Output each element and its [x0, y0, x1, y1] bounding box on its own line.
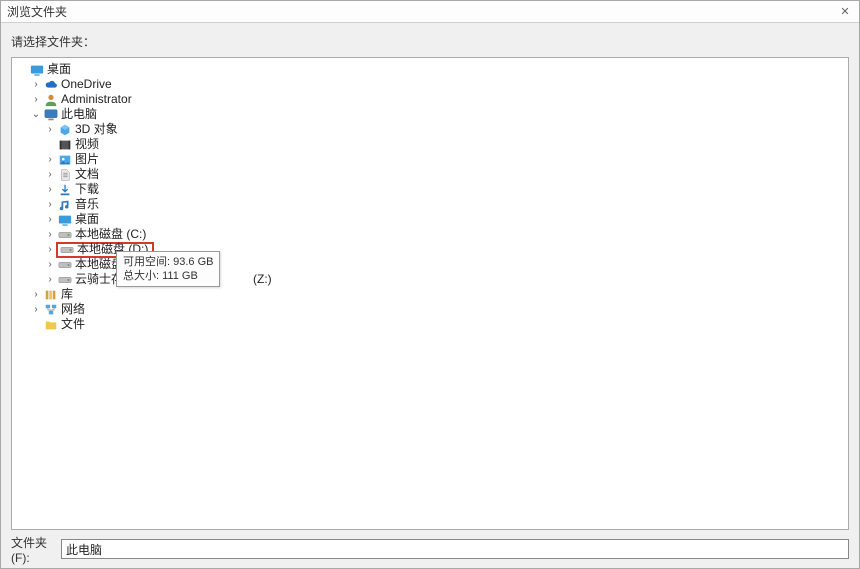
tree-row-files[interactable]: 文件 — [16, 317, 846, 332]
library-icon — [44, 288, 58, 302]
tree-label: 音乐 — [75, 197, 99, 212]
tree-label: 桌面 — [47, 62, 71, 77]
expander-icon[interactable]: › — [30, 304, 42, 316]
tree-label: 3D 对象 — [75, 122, 118, 137]
expander-icon[interactable]: › — [44, 199, 56, 211]
tree-row-videos[interactable]: 视频 — [16, 137, 846, 152]
music-icon — [58, 198, 72, 212]
desktop-icon — [58, 213, 72, 227]
tree-row-network[interactable]: › 网络 — [16, 302, 846, 317]
desktop-icon — [30, 63, 44, 77]
tree-label: 本地磁盘 (C:) — [75, 227, 146, 242]
expander-icon[interactable]: ⌄ — [30, 109, 42, 121]
tree-label: 此电脑 — [61, 107, 97, 122]
tree-label: 视频 — [75, 137, 99, 152]
close-button[interactable]: ✕ — [837, 4, 853, 20]
expander-icon[interactable]: › — [44, 229, 56, 241]
film-icon — [58, 138, 72, 152]
tree-label: 文件 — [61, 317, 85, 332]
tree-label: Administrator — [61, 92, 132, 107]
tree-label: OneDrive — [61, 77, 112, 92]
expander-icon[interactable]: › — [44, 169, 56, 181]
window-title: 浏览文件夹 — [7, 3, 837, 20]
tree-row-documents[interactable]: › 文档 — [16, 167, 846, 182]
dialog-body: 请选择文件夹： 桌面 › OneDr — [1, 23, 859, 568]
drive-icon — [60, 243, 74, 257]
drive-icon — [58, 228, 72, 242]
tree-row-3d-objects[interactable]: › 3D 对象 — [16, 122, 846, 137]
expander-icon[interactable]: › — [30, 289, 42, 301]
folder-tree[interactable]: 桌面 › OneDrive › — [11, 57, 849, 530]
expander-icon[interactable]: › — [44, 244, 56, 256]
network-icon — [44, 303, 58, 317]
tooltip-free-space: 可用空间: 93.6 GB — [123, 255, 213, 269]
drive-icon — [58, 258, 72, 272]
tree-row-this-pc[interactable]: ⌄ 此电脑 — [16, 107, 846, 122]
expander-icon[interactable]: › — [44, 259, 56, 271]
expander-icon[interactable]: › — [44, 124, 56, 136]
expander-icon[interactable]: › — [44, 274, 56, 286]
expander-icon — [30, 319, 42, 331]
document-icon — [58, 168, 72, 182]
prompt-label: 请选择文件夹： — [11, 33, 849, 51]
drive-tooltip: 可用空间: 93.6 GB 总大小: 111 GB — [116, 251, 220, 287]
user-icon — [44, 93, 58, 107]
expander-icon[interactable]: › — [44, 214, 56, 226]
tree-label: 文档 — [75, 167, 99, 182]
expander-icon[interactable]: › — [44, 184, 56, 196]
computer-icon — [44, 108, 58, 122]
browse-folder-dialog: 浏览文件夹 ✕ 请选择文件夹： 桌面 › — [0, 0, 860, 569]
tree-row-desktop[interactable]: 桌面 — [16, 62, 846, 77]
tree-row-drive-c[interactable]: › 本地磁盘 (C:) — [16, 227, 846, 242]
tree-label: 网络 — [61, 302, 85, 317]
tree-row-pictures[interactable]: › 图片 — [16, 152, 846, 167]
tree-label: 库 — [61, 287, 73, 302]
cube-icon — [58, 123, 72, 137]
tree-row-administrator[interactable]: › Administrator — [16, 92, 846, 107]
drive-icon — [58, 273, 72, 287]
tree-row-onedrive[interactable]: › OneDrive — [16, 77, 846, 92]
expander-icon[interactable]: › — [44, 154, 56, 166]
tree-row-music[interactable]: › 音乐 — [16, 197, 846, 212]
folder-path-input[interactable] — [61, 539, 849, 559]
drive-z-suffix: (Z:) — [253, 272, 272, 287]
tooltip-total-size: 总大小: 111 GB — [123, 269, 213, 283]
footer: 文件夹(F): — [11, 530, 849, 560]
expander-icon — [44, 139, 56, 151]
tree-label: 图片 — [75, 152, 99, 167]
expander-icon[interactable]: › — [30, 79, 42, 91]
cloud-icon — [44, 78, 58, 92]
download-icon — [58, 183, 72, 197]
picture-icon — [58, 153, 72, 167]
tree-row-downloads[interactable]: › 下载 — [16, 182, 846, 197]
tree-label: 下载 — [75, 182, 99, 197]
titlebar: 浏览文件夹 ✕ — [1, 1, 859, 23]
expander-icon — [16, 64, 28, 76]
tree-label: 桌面 — [75, 212, 99, 227]
expander-icon[interactable]: › — [30, 94, 42, 106]
tree-row-libraries[interactable]: › 库 — [16, 287, 846, 302]
folder-icon — [44, 318, 58, 332]
tree-row-desktop-sub[interactable]: › 桌面 — [16, 212, 846, 227]
folder-field-label: 文件夹(F): — [11, 534, 61, 565]
